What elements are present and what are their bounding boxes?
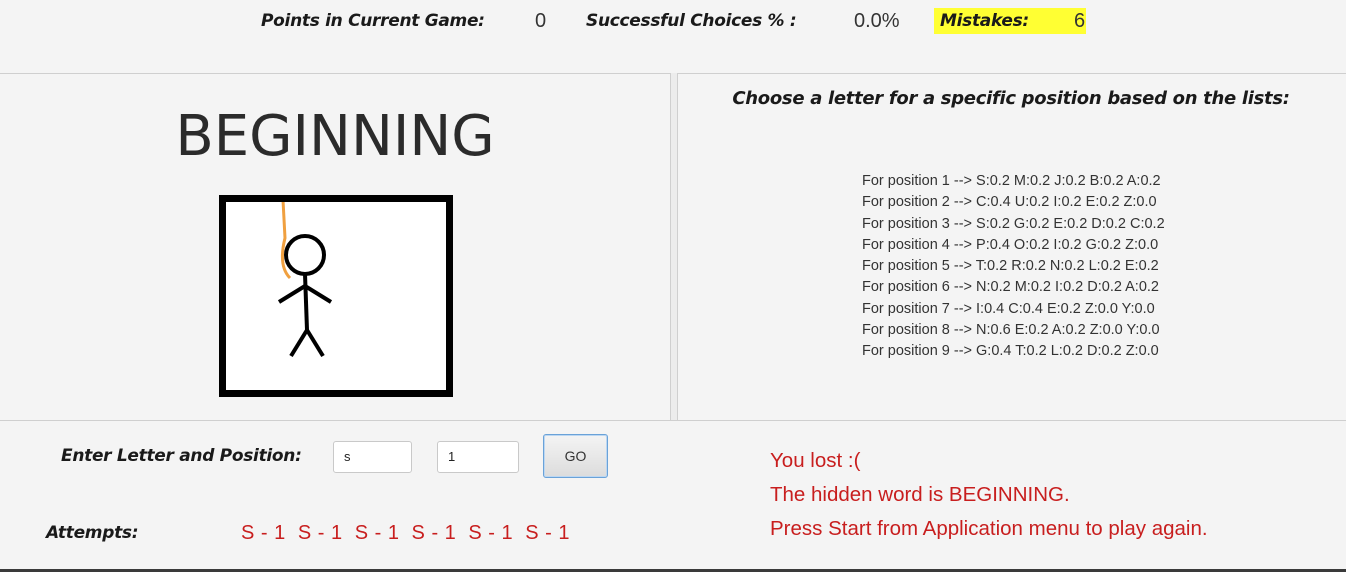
split-divider[interactable] [670,73,678,420]
attempts-list: S - 1 S - 1 S - 1 S - 1 S - 1 S - 1 [241,522,570,544]
suggestions-list: For position 1 --> S:0.2 M:0.2 J:0.2 B:0… [862,171,1165,363]
hangman-drawing [219,195,453,397]
attempts-label: Attempts: [46,523,139,543]
hidden-word: BEGINNING [175,104,495,169]
section-divider [0,420,1346,421]
figure-left-arm [277,284,307,304]
mistakes-label: Mistakes: [940,11,1029,31]
position-input[interactable]: 1 [437,441,519,473]
success-label: Successful Choices % : [586,11,797,31]
suggestion-line: For position 2 --> C:0.4 U:0.2 I:0.2 E:0… [862,194,1157,211]
points-label: Points in Current Game: [261,11,485,31]
enter-letter-label: Enter Letter and Position: [61,446,302,466]
figure-left-leg [289,328,309,358]
suggestion-line: For position 9 --> G:0.4 T:0.2 L:0.2 D:0… [862,343,1159,360]
mistakes-highlight: Mistakes: 6 [934,8,1086,34]
result-lost-text: You lost :( [770,449,861,472]
figure-right-leg [305,328,325,358]
suggestion-line: For position 6 --> N:0.2 M:0.2 I:0.2 D:0… [862,279,1159,296]
figure-right-arm [303,284,333,304]
suggestion-line: For position 3 --> S:0.2 G:0.2 E:0.2 D:0… [862,215,1165,232]
result-restart-text: Press Start from Application menu to pla… [770,517,1208,540]
suggestion-line: For position 1 --> S:0.2 M:0.2 J:0.2 B:0… [862,173,1161,189]
go-button[interactable]: GO [543,434,608,478]
letter-input[interactable]: s [333,441,412,473]
suggestions-title: Choose a letter for a specific position … [732,88,1290,109]
suggestion-line: For position 4 --> P:0.4 O:0.2 I:0.2 G:0… [862,236,1159,253]
suggestion-line: For position 8 --> N:0.6 E:0.2 A:0.2 Z:0… [862,322,1160,339]
mistakes-value: 6 [1074,10,1086,32]
suggestion-line: For position 7 --> I:0.4 C:0.4 E:0.2 Z:0… [862,300,1155,317]
result-message: You lost :( The hidden word is BEGINNING… [770,444,1208,546]
result-word-text: The hidden word is BEGINNING. [770,483,1070,506]
suggestion-line: For position 5 --> T:0.2 R:0.2 N:0.2 L:0… [862,258,1159,275]
stick-figure [277,199,333,358]
figure-head [284,234,326,276]
points-value: 0 [535,10,547,32]
figure-body [303,273,309,331]
success-value: 0.0% [854,10,900,32]
